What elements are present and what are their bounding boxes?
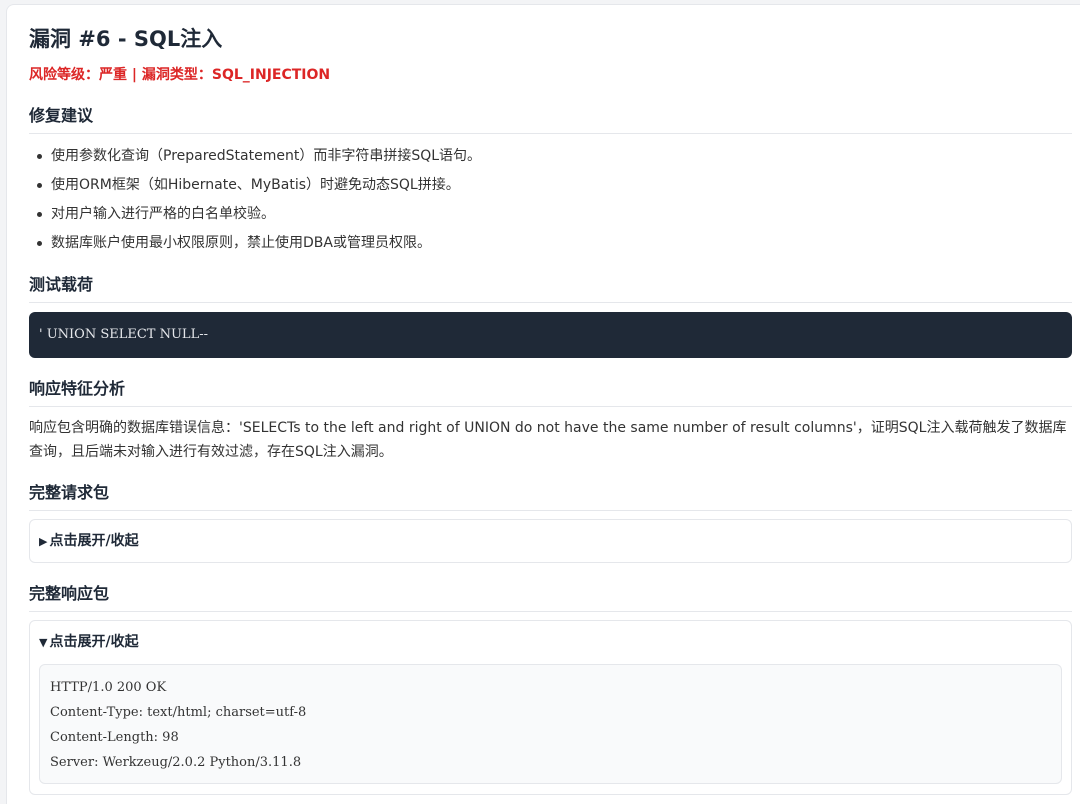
response-line: Content-Type: text/html; charset=utf-8 <box>50 705 307 720</box>
section-fix-title: 修复建议 <box>29 105 1072 134</box>
response-line: Server: Werkzeug/2.0.2 Python/3.11.8 <box>50 755 302 770</box>
bullet-icon <box>37 212 42 217</box>
list-item: 对用户输入进行严格的白名单校验。 <box>37 204 1072 224</box>
bullet-icon <box>37 183 42 188</box>
request-details: ▶ 点击展开/收起 <box>29 519 1072 563</box>
response-toggle[interactable]: ▼ 点击展开/收起 <box>39 621 1062 664</box>
section-request-title: 完整请求包 <box>29 482 1072 511</box>
section-response-title: 完整响应包 <box>29 583 1072 612</box>
response-line: HTTP/1.0 200 OK <box>50 680 167 695</box>
bullet-icon <box>37 154 42 159</box>
vuln-title: 漏洞 #6 - SQL注入 <box>29 27 223 51</box>
section-payload-title: 测试载荷 <box>29 274 1072 303</box>
list-item: 数据库账户使用最小权限原则，禁止使用DBA或管理员权限。 <box>37 233 1072 253</box>
request-toggle-label: 点击展开/收起 <box>49 533 139 549</box>
list-item: 使用ORM框架（如Hibernate、MyBatis）时避免动态SQL拼接。 <box>37 175 1072 195</box>
list-item: 使用参数化查询（PreparedStatement）而非字符串拼接SQL语句。 <box>37 146 1072 166</box>
triangle-right-icon: ▶ <box>39 535 48 548</box>
triangle-down-icon: ▼ <box>39 636 48 649</box>
response-toggle-label: 点击展开/收起 <box>49 634 139 650</box>
response-raw-block: HTTP/1.0 200 OK Content-Type: text/html;… <box>39 664 1062 784</box>
payload-code-block: ' UNION SELECT NULL-- <box>29 312 1072 358</box>
fix-list: 使用参数化查询（PreparedStatement）而非字符串拼接SQL语句。 … <box>29 146 1072 253</box>
bullet-icon <box>37 241 42 246</box>
response-line: Content-Length: 98 <box>50 730 179 745</box>
risk-line: 风险等级：严重 | 漏洞类型：SQL_INJECTION <box>29 67 331 83</box>
request-toggle[interactable]: ▶ 点击展开/收起 <box>39 520 1062 563</box>
response-details: ▼ 点击展开/收起 HTTP/1.0 200 OK Content-Type: t… <box>29 620 1072 795</box>
analysis-text: 响应包含明确的数据库错误信息：'SELECTs to the left and … <box>29 420 1067 460</box>
section-analysis-title: 响应特征分析 <box>29 378 1072 407</box>
vulnerability-card: 漏洞 #6 - SQL注入 风险等级：严重 | 漏洞类型：SQL_INJECTI… <box>6 4 1080 804</box>
